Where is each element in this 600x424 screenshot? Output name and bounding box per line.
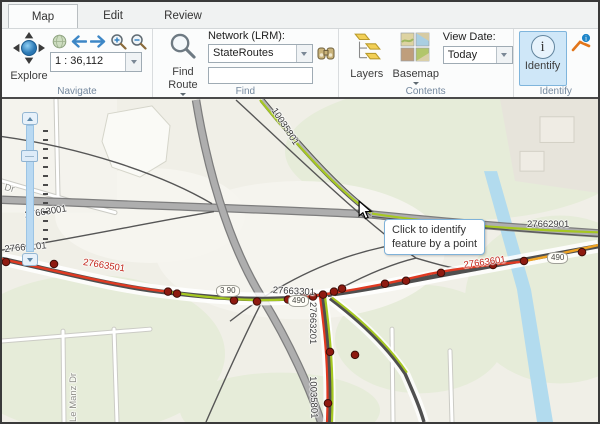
zoom-slider-track[interactable] (26, 125, 34, 252)
chevron-down-icon (413, 82, 419, 85)
zoom-slider-tick (43, 175, 48, 177)
view-date-dropdown-button[interactable] (496, 47, 512, 63)
layers-label: Layers (350, 68, 383, 80)
chevron-down-icon (301, 52, 307, 56)
zoom-slider-tick (43, 211, 48, 213)
find-route-label-line1: Find (172, 66, 193, 78)
route-point-marker (330, 288, 338, 296)
basemap-label: Basemap (392, 68, 438, 80)
route-point-marker (319, 291, 327, 299)
route-id-label: 27663201 (307, 302, 318, 344)
route-id-label: 10035801 (307, 376, 319, 419)
explore-button[interactable]: Explore (6, 31, 52, 83)
mouse-cursor-icon (356, 200, 374, 225)
route-point-marker (230, 297, 238, 305)
zoom-slider-tick (43, 148, 48, 150)
identify-button[interactable]: i Identify (519, 31, 567, 86)
find-route-magnifier-icon (169, 32, 197, 65)
event-editor-window: Map Edit Review Explore (0, 0, 600, 424)
layers-button[interactable]: Layers (345, 31, 389, 81)
route-point-marker (326, 348, 334, 356)
binoculars-icon[interactable] (317, 44, 335, 66)
scale-dropdown-button[interactable] (125, 53, 141, 71)
network-dropdown-button[interactable] (296, 45, 312, 62)
tooltip-line1: Click to identify (392, 223, 477, 237)
route-point-marker (351, 351, 359, 359)
basemap-icon (400, 32, 431, 67)
full-extent-globe-icon[interactable] (52, 34, 67, 54)
zoom-slider-tick (43, 139, 48, 141)
identify-tooltip: Click to identify feature by a point (384, 219, 485, 255)
view-date-combobox[interactable]: Today (443, 46, 513, 64)
route-id-label: 27662901 (527, 219, 569, 230)
route-shield: 490 (547, 252, 568, 264)
route-shield: 490 (288, 295, 309, 307)
info-icon: i (531, 35, 555, 59)
next-extent-arrow-icon[interactable] (90, 34, 107, 54)
network-lrm-label: Network (LRM): (208, 30, 285, 42)
group-find: Find Route Network (LRM): StateRoutes Fi… (153, 29, 339, 97)
group-contents: Layers Basemap (339, 29, 514, 97)
scale-value: 1 : 36,112 (51, 53, 125, 71)
route-point-marker (2, 258, 10, 266)
chevron-down-icon (131, 60, 137, 64)
zoom-slider-tick (43, 157, 48, 159)
layers-icon (352, 32, 382, 67)
route-point-marker (164, 288, 172, 296)
zoom-slider-tick (43, 193, 48, 195)
explore-icon (13, 32, 45, 69)
route-point-marker (253, 298, 261, 306)
zoom-slider-tick (43, 202, 48, 204)
svg-text:i: i (585, 34, 587, 43)
route-point-marker (173, 290, 181, 298)
route-point-marker (324, 399, 332, 407)
ribbon-tabstrip: Map Edit Review (2, 2, 598, 29)
chevron-down-icon (501, 53, 507, 57)
map-canvas[interactable]: 2766300127663101276629012766330127663201… (2, 97, 598, 422)
explore-label: Explore (10, 70, 47, 82)
find-group-label: Find (153, 86, 338, 97)
route-shield: 3 90 (216, 285, 240, 297)
network-combobox[interactable]: StateRoutes (208, 44, 313, 63)
identify-group-label: Identify (514, 86, 598, 97)
contents-group-label: Contents (339, 86, 513, 97)
tab-review[interactable]: Review (148, 4, 218, 28)
route-point-marker (578, 248, 586, 256)
scale-combobox[interactable]: 1 : 36,112 (50, 52, 142, 72)
route-point-marker (402, 277, 410, 285)
zoom-slider-tick (43, 130, 48, 132)
route-point-marker (381, 280, 389, 288)
view-date-value: Today (444, 47, 496, 63)
tab-edit[interactable]: Edit (78, 4, 148, 28)
route-point-marker (50, 260, 58, 268)
ribbon: Map Edit Review Explore (2, 2, 598, 97)
network-value: StateRoutes (209, 45, 296, 62)
previous-extent-arrow-icon[interactable] (70, 34, 87, 54)
view-date-label: View Date: (443, 31, 496, 43)
group-identify: i Identify i Identify (514, 29, 598, 97)
zoom-slider-tick (43, 220, 48, 222)
tab-map[interactable]: Map (8, 4, 78, 28)
triangle-up-icon (27, 117, 33, 121)
identify-route-location-icon[interactable]: i (571, 33, 592, 59)
route-input[interactable] (208, 67, 313, 84)
route-point-marker (520, 257, 528, 265)
zoom-slider-tick (43, 166, 48, 168)
zoom-slider-tick (43, 184, 48, 186)
triangle-down-icon (27, 258, 33, 262)
group-navigate: Explore 1 : 36,112 (2, 29, 153, 97)
zoom-slider-tick (43, 229, 48, 231)
basemap-button[interactable]: Basemap (391, 31, 441, 86)
map-zoom-slider (20, 112, 50, 268)
route-point-marker (338, 285, 346, 293)
identify-button-label: Identify (525, 60, 560, 72)
route-point-marker (437, 269, 445, 277)
street-name-label: Le Manz Dr (68, 373, 79, 422)
navigate-group-label: Navigate (2, 86, 152, 97)
zoom-slider-tick (43, 238, 48, 240)
zoom-slider-plus-button[interactable] (22, 112, 38, 125)
zoom-slider-handle[interactable] (21, 150, 38, 162)
tooltip-line2: feature by a point (392, 237, 477, 251)
zoom-slider-minus-button[interactable] (22, 253, 38, 266)
